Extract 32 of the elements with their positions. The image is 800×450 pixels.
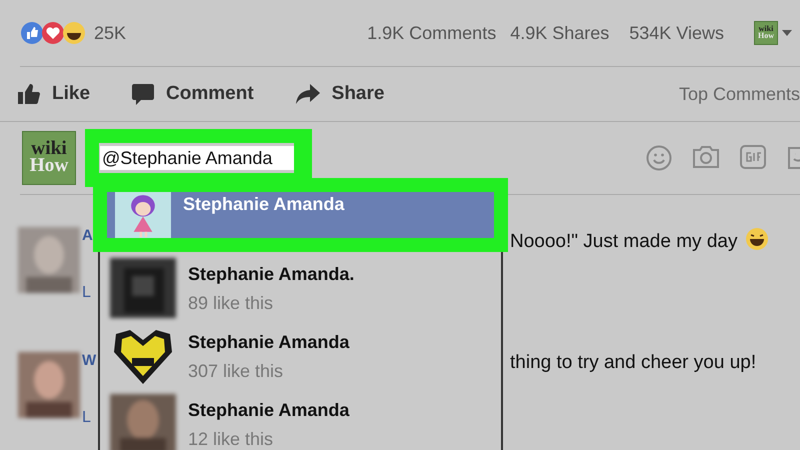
suggestion-name: Stephanie Amanda	[183, 194, 344, 215]
shares-count[interactable]: 4.9K Shares	[510, 22, 610, 44]
like-count: 12 like this	[188, 429, 274, 450]
reaction-icons	[20, 21, 86, 45]
avatar-logo: wiki How	[22, 131, 76, 185]
page-logo: wiki How	[754, 21, 778, 45]
suggestion-item[interactable]: Stephanie Amanda 307 like this	[100, 320, 501, 388]
reaction-count: 25K	[94, 22, 126, 44]
smiley-icon[interactable]	[646, 145, 672, 171]
gif-icon[interactable]	[740, 145, 766, 169]
share-arrow-icon	[296, 84, 320, 104]
suggestion-item[interactable]: Stephanie Amanda	[107, 192, 494, 238]
share-button[interactable]: Share	[296, 83, 384, 105]
views-count: 534K Views	[629, 22, 724, 44]
like-button[interactable]: Like	[18, 83, 90, 105]
suggestion-item[interactable]: Stephanie Amanda 12 like this	[100, 388, 501, 450]
suggestion-name: Stephanie Amanda.	[188, 264, 354, 285]
camera-icon[interactable]	[692, 145, 720, 169]
like-count: 89 like this	[188, 293, 274, 314]
suggestion-item[interactable]: Stephanie Amanda. 89 like this	[100, 252, 501, 320]
comments-count[interactable]: 1.9K Comments	[367, 22, 496, 44]
comment-button[interactable]: Comment	[132, 83, 254, 105]
like-count: 307 like this	[188, 361, 284, 382]
thumbs-up-icon	[18, 84, 40, 104]
comment-input[interactable]: @Stephanie Amanda	[100, 146, 294, 170]
suggestion-name: Stephanie Amanda	[188, 332, 350, 353]
comment-text: Noooo!" Just made my day	[510, 227, 800, 302]
speech-bubble-icon	[132, 84, 154, 104]
comment-text: thing to try and cheer you up!	[510, 352, 758, 375]
suggestion-name: Stephanie Amanda	[188, 400, 350, 421]
laughing-emoji-icon	[745, 227, 770, 251]
caret-icon[interactable]	[782, 30, 792, 36]
